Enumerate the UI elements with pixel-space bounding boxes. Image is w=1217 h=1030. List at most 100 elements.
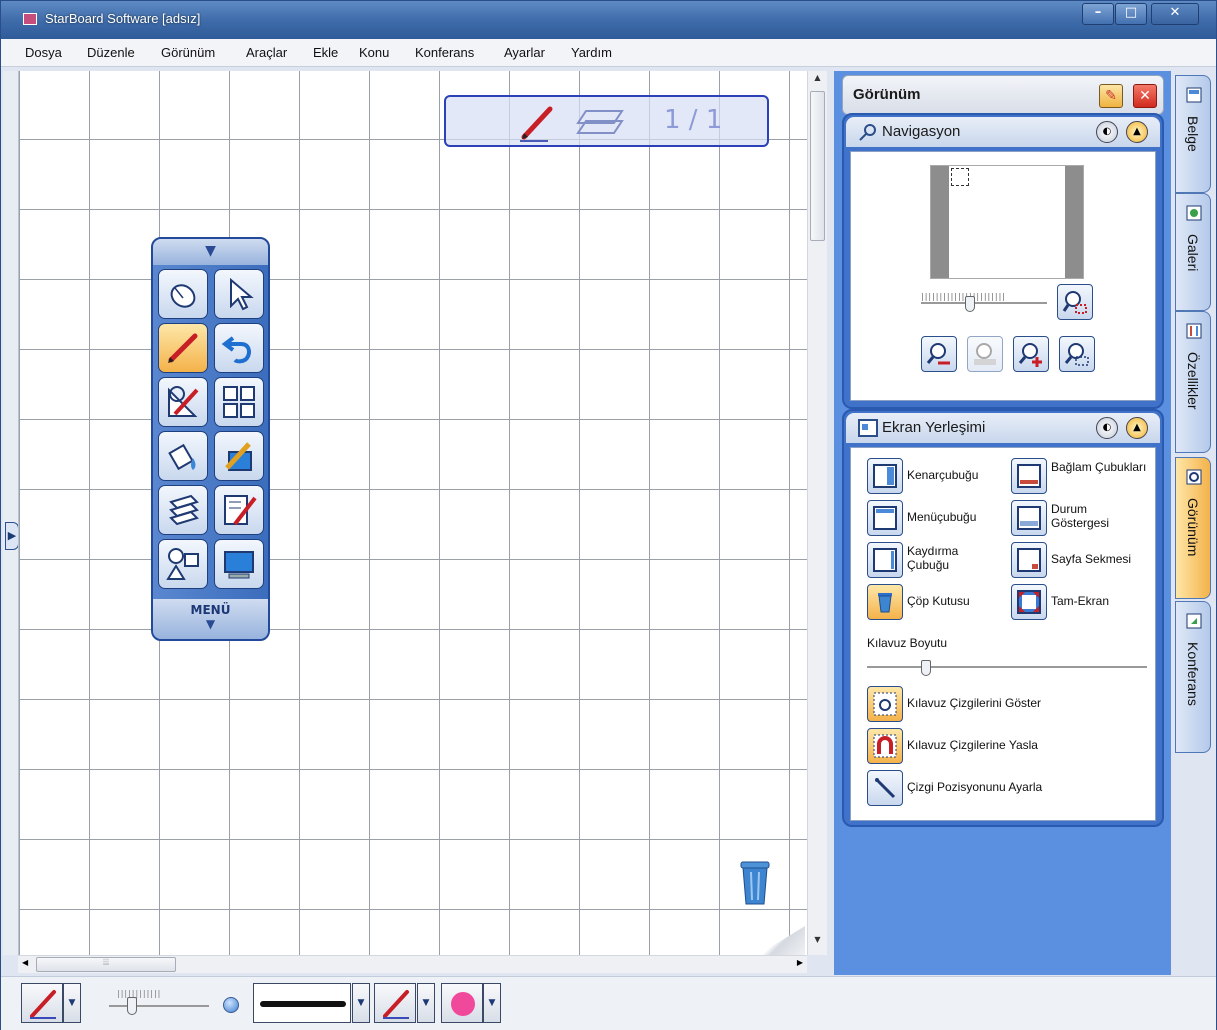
shape-pen-tool-button[interactable] (158, 377, 208, 427)
title-bar: StarBoard Software [adsız] – □ ✕ (1, 1, 1216, 39)
whiteboard-canvas[interactable] (18, 71, 807, 955)
toggle-context-bars[interactable]: Bağlam Çubukları (1011, 456, 1151, 496)
sidebar-label: Kenarçubuğu (907, 468, 979, 482)
guide-size-slider[interactable] (867, 654, 1147, 678)
scrollbar-icon (867, 542, 903, 578)
undo-button[interactable] (214, 323, 264, 373)
layers-tool-button[interactable] (158, 485, 208, 535)
bottom-toolbar: ▼ |||||||||||| ▼ ▼ ▼ (1, 976, 1216, 1030)
line-position-button[interactable]: Çizgi Pozisyonunu Ayarla (867, 768, 1147, 808)
pin-panel-button[interactable]: ✎ (1099, 84, 1123, 108)
line-style-dropdown-icon[interactable]: ▼ (352, 983, 370, 1023)
line-style-button[interactable] (253, 983, 351, 1023)
mouse-tool-button[interactable] (158, 269, 208, 319)
scroll-up-icon[interactable]: ▲ (808, 73, 827, 89)
page-thumbnail-preview[interactable] (931, 166, 1083, 278)
scroll-left-icon[interactable]: ◀ (22, 958, 28, 967)
line-color-dropdown-icon[interactable]: ▼ (417, 983, 435, 1023)
select-tool-button[interactable] (214, 269, 264, 319)
layout-tool-button[interactable] (214, 377, 264, 427)
fill-color-button[interactable] (441, 983, 483, 1023)
zoom-100-button[interactable] (967, 336, 1003, 372)
pen-size-ticks: |||||||||||| (117, 989, 162, 998)
navigation-header[interactable]: Navigasyon ◐ ▲ (846, 117, 1160, 147)
page-indicator[interactable]: 1 / 1 (444, 95, 769, 147)
zoom-in-button[interactable] (1013, 336, 1049, 372)
tools-button[interactable] (214, 431, 264, 481)
view-side-panel: Görünüm ✎ ✕ Navigasyon ◐ ▲ |||||||||||||… (834, 71, 1171, 975)
minimize-button[interactable]: – (1082, 3, 1114, 25)
menu-duzenle[interactable]: Düzenle (87, 45, 135, 60)
edit-page-button[interactable] (214, 485, 264, 535)
menu-gorunum[interactable]: Görünüm (161, 45, 215, 60)
tab-belge[interactable]: Belge (1175, 75, 1211, 193)
menu-ayarlar[interactable]: Ayarlar (504, 45, 545, 60)
fill-color-dropdown-icon[interactable]: ▼ (483, 983, 501, 1023)
viewport-rectangle[interactable] (951, 168, 969, 186)
floating-toolbar[interactable]: ▼ MENÜ ▼ (151, 237, 270, 641)
grid-layout-icon (223, 386, 255, 418)
toolbar-menu-button[interactable]: MENÜ ▼ (153, 599, 268, 639)
zoom-slider[interactable]: ||||||||||||||||||||||| (921, 292, 1047, 312)
shapes-tool-button[interactable] (158, 539, 208, 589)
tab-gorunum-label: Görünüm (1185, 498, 1201, 557)
toggle-scrollbar[interactable]: Kaydırma Çubuğu (867, 540, 1007, 580)
section-toggle-icon[interactable]: ◐ (1096, 121, 1118, 143)
pen-size-knob[interactable] (127, 997, 137, 1015)
vertical-scroll-thumb[interactable] (810, 91, 825, 241)
left-strip (3, 71, 18, 955)
menu-dosya[interactable]: Dosya (25, 45, 62, 60)
tab-ozellikler[interactable]: Özellikler (1175, 311, 1211, 453)
section-toggle-icon[interactable]: ◐ (1096, 417, 1118, 439)
toggle-page-tab[interactable]: Sayfa Sekmesi (1011, 540, 1151, 580)
pen-size-slider[interactable]: |||||||||||| (109, 987, 209, 1017)
toggle-menubar[interactable]: Menüçubuğu (867, 498, 1007, 538)
menu-yardim[interactable]: Yardım (571, 45, 612, 60)
menu-ekle[interactable]: Ekle (313, 45, 338, 60)
close-panel-button[interactable]: ✕ (1133, 84, 1157, 108)
tab-galeri[interactable]: Galeri (1175, 193, 1211, 311)
stack-icon (169, 494, 199, 526)
expand-left-arrow-icon[interactable]: ▶ (5, 522, 19, 550)
horizontal-scrollbar[interactable]: ◀ ⦙⦙⦙ ▶ (18, 955, 807, 973)
layer-icon (576, 110, 624, 134)
maximize-button[interactable]: □ (1115, 3, 1147, 25)
guide-slider-knob[interactable] (921, 660, 931, 676)
zoom-out-button[interactable] (921, 336, 957, 372)
screen-capture-button[interactable] (214, 539, 264, 589)
tab-konferans[interactable]: Konferans (1175, 601, 1211, 753)
scroll-down-icon[interactable]: ▼ (808, 935, 827, 951)
screen-layout-header[interactable]: Ekran Yerleşimi ◐ ▲ (846, 413, 1160, 443)
tab-gorunum[interactable]: Görünüm (1175, 457, 1211, 599)
trash-label: Çöp Kutusu (907, 594, 970, 608)
show-grid-toggle[interactable]: Kılavuz Çizgilerini Göster (867, 684, 1147, 724)
toggle-sidebar[interactable]: Kenarçubuğu (867, 456, 1007, 496)
section-collapse-icon[interactable]: ▲ (1126, 417, 1148, 439)
pen-tool-button[interactable] (158, 323, 208, 373)
toggle-status-indicator[interactable]: Durum Göstergesi (1011, 498, 1151, 538)
canvas-trash-icon[interactable] (738, 858, 772, 908)
line-position-label: Çizgi Pozisyonunu Ayarla (907, 780, 1043, 794)
horizontal-scroll-thumb[interactable]: ⦙⦙⦙ (36, 957, 176, 972)
zoom-area-button[interactable] (1059, 336, 1095, 372)
context-bars-label: Bağlam Çubukları (1051, 460, 1147, 474)
close-window-button[interactable]: ✕ (1151, 3, 1199, 25)
section-collapse-icon[interactable]: ▲ (1126, 121, 1148, 143)
menu-konu[interactable]: Konu (359, 45, 389, 60)
menu-araclar[interactable]: Araçlar (246, 45, 287, 60)
line-color-button[interactable] (374, 983, 416, 1023)
pen-color-button[interactable] (21, 983, 63, 1023)
scroll-right-icon[interactable]: ▶ (797, 958, 803, 967)
fit-page-button[interactable] (1057, 284, 1093, 320)
zoom-slider-knob[interactable] (965, 296, 975, 312)
menu-konferans[interactable]: Konferans (415, 45, 474, 60)
vertical-scrollbar[interactable]: ▲ ▼ (807, 71, 827, 955)
app-icon (23, 13, 37, 25)
toolbar-collapse-icon[interactable]: ▼ (153, 239, 268, 265)
zoom-in-icon (1018, 343, 1042, 367)
snap-grid-toggle[interactable]: Kılavuz Çizgilerine Yasla (867, 726, 1147, 766)
pen-dropdown-icon[interactable]: ▼ (63, 983, 81, 1023)
toggle-trash[interactable]: Çöp Kutusu (867, 582, 1007, 622)
fill-tool-button[interactable] (158, 431, 208, 481)
toggle-fullscreen[interactable]: Tam-Ekran (1011, 582, 1151, 622)
